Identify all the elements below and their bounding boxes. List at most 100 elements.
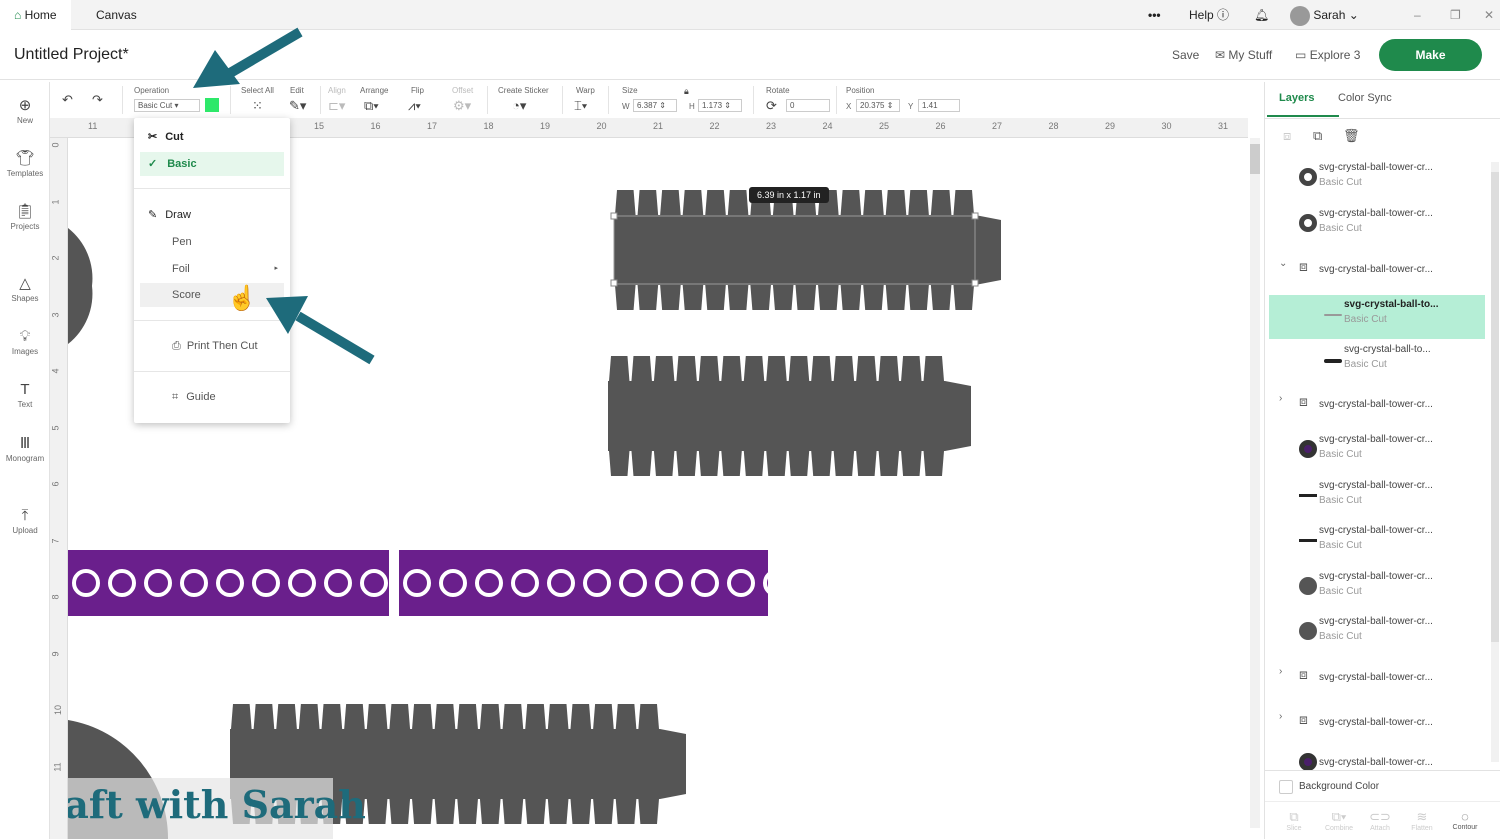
trash-icon[interactable]: 🗑︎ [1343,128,1360,144]
layer-operation: Basic Cut [1344,359,1387,370]
slice-button[interactable]: ⧉ Slice [1279,809,1309,832]
make-button[interactable]: Make [1379,39,1482,71]
chevron-right-icon[interactable]: › [1279,711,1282,722]
tab-home-label: Home [24,8,57,22]
duplicate-icon[interactable]: ⧉ [1313,128,1322,144]
help-button[interactable]: Help ⓘ [1175,0,1243,30]
tab-canvas[interactable]: Canvas [82,0,151,30]
sidebar-item-projects[interactable]: 📋︎ Projects [0,202,50,231]
combine-button[interactable]: ⧉▾ Combine [1321,809,1357,832]
strip-tab [615,704,637,729]
sidebar-item-monogram[interactable]: Ⅲ Monogram [0,434,50,463]
sticker-icon[interactable]: ◔▾ [512,98,526,114]
arrange-icon[interactable]: ⧉▾ [364,98,379,114]
menu-item-print-then-cut[interactable]: ⎙ Print Then Cut [140,334,284,358]
group-icon[interactable]: ⧈ [1283,128,1291,144]
offset-icon[interactable]: ⚙▾ [453,98,471,114]
user-menu[interactable]: Sarah ⌄ [1276,0,1373,30]
strip-tab [901,356,922,381]
layer-item[interactable]: svg-crystal-ball-tower-cr... Basic Cut [1269,430,1485,474]
scroll-thumb[interactable] [1250,144,1260,174]
strip-tab [811,356,832,381]
width-label: W [622,102,630,111]
more-menu[interactable]: ••• [1134,0,1175,30]
ruler-tick-label: 30 [1161,121,1172,131]
chevron-down-icon[interactable]: ⌄ [1279,258,1287,269]
flip-icon[interactable]: ⩘▾ [408,98,421,114]
sidebar-item-shapes[interactable]: △ Shapes [0,274,50,303]
tab-home[interactable]: ⌂ Home [0,0,71,30]
minimize-button[interactable]: – [1400,0,1435,30]
menu-item-basic[interactable]: ✓ Basic [140,152,284,176]
menu-item-pen[interactable]: Pen [140,230,284,254]
width-input[interactable]: 6.387 ⇕ [633,99,677,112]
layer-item[interactable]: ⌄ ⧈ svg-crystal-ball-tower-cr... [1269,250,1485,294]
height-input[interactable]: 1.173 ⇕ [698,99,742,112]
layer-item[interactable]: svg-crystal-ball-tower-cr... Basic Cut [1269,158,1485,202]
help-icon: ⓘ [1217,8,1230,22]
operation-color-swatch[interactable] [205,98,219,112]
redo-icon[interactable]: ↷ [92,92,103,108]
layer-item[interactable]: › ⧈ svg-crystal-ball-tower-cr... [1269,385,1485,429]
layer-operation: Basic Cut [1319,177,1362,188]
layer-item[interactable]: svg-crystal-ball-tower-cr... Basic Cut [1269,612,1485,656]
maximize-button[interactable]: ❐ [1436,0,1475,30]
y-input[interactable]: 1.41 [918,99,960,112]
layer-operation: Basic Cut [1319,223,1362,234]
operation-select[interactable]: Basic Cut ▾ [134,99,200,112]
layer-item[interactable]: › ⧈ svg-crystal-ball-tower-cr... [1269,658,1485,702]
sidebar-item-upload[interactable]: ⤒ Upload [0,507,50,535]
purple-filigree-band [68,550,389,616]
menu-item-foil[interactable]: Foil ▸ [140,257,284,281]
sidebar-item-text[interactable]: T Text [0,381,50,409]
close-button[interactable]: ✕ [1470,0,1500,30]
chevron-right-icon[interactable]: › [1279,393,1282,404]
divider [487,86,488,114]
align-icon[interactable]: ⊏▾ [328,98,345,114]
vertical-scrollbar[interactable] [1250,138,1260,828]
menu-item-score[interactable]: Score [140,283,284,307]
lock-icon[interactable]: 🔒︎ [684,86,689,97]
tab-layers[interactable]: Layers [1279,92,1314,104]
undo-icon[interactable]: ↶ [62,92,73,108]
sidebar-item-new[interactable]: ⊕ New [0,96,50,125]
contour-button[interactable]: ◌ Contour [1447,809,1483,831]
plus-circle-icon: ⊕ [18,97,32,114]
attach-button[interactable]: ⊂⊃ Attach [1365,809,1395,832]
layer-operation: Basic Cut [1344,314,1387,325]
tab-color-sync[interactable]: Color Sync [1338,92,1392,104]
sidebar-item-templates[interactable]: 👕︎ Templates [0,149,50,178]
my-stuff-button[interactable]: ✉ My Stuff [1215,48,1272,62]
sidebar-item-images[interactable]: 💡︎ Images [0,328,50,356]
print-then-cut-label: Print Then Cut [186,340,258,352]
layer-item[interactable]: svg-crystal-ball-to... Basic Cut [1269,340,1485,384]
layer-item[interactable]: svg-crystal-ball-tower-cr... Basic Cut [1269,567,1485,611]
layer-name: svg-crystal-ball-tower-cr... [1319,208,1433,219]
menu-item-guide[interactable]: ⌗ Guide [140,385,284,409]
flatten-button[interactable]: ≋ Flatten [1407,809,1437,832]
strip-body [608,381,945,451]
layer-item[interactable]: › ⧈ svg-crystal-ball-tower-cr... [1269,703,1485,747]
ruler-tick-label: 21 [653,121,664,131]
combine-label: Combine [1324,825,1353,832]
background-color-checkbox[interactable] [1279,780,1293,794]
select-all-label: Select All [241,86,274,95]
chevron-right-icon[interactable]: › [1279,666,1282,677]
machine-button[interactable]: ▭ Explore 3 [1295,48,1360,62]
operation-label: Operation [134,86,170,95]
save-button[interactable]: Save [1172,48,1199,62]
layer-name: svg-crystal-ball-tower-cr... [1319,571,1433,582]
x-input[interactable]: 20.375 ⇕ [856,99,900,112]
edit-pen-icon[interactable]: ✎▾ [289,98,306,114]
select-all-icon[interactable]: ⁙ [252,98,263,114]
layers-scrollbar[interactable] [1491,162,1499,762]
scroll-thumb[interactable] [1491,172,1499,642]
rotate-input[interactable]: 0 [786,99,830,112]
layer-item[interactable]: svg-crystal-ball-tower-cr... Basic Cut [1269,521,1485,565]
layer-item[interactable]: svg-crystal-ball-tower-cr... Basic Cut [1269,204,1485,248]
layer-item[interactable]: svg-crystal-ball-tower-cr... Basic Cut [1269,476,1485,520]
rotate-icon[interactable]: ⟳ [766,98,777,114]
layer-item[interactable]: svg-crystal-ball-to... Basic Cut [1269,295,1485,339]
warp-icon[interactable]: ⌶▾ [574,98,587,114]
strip-tab [743,451,765,476]
